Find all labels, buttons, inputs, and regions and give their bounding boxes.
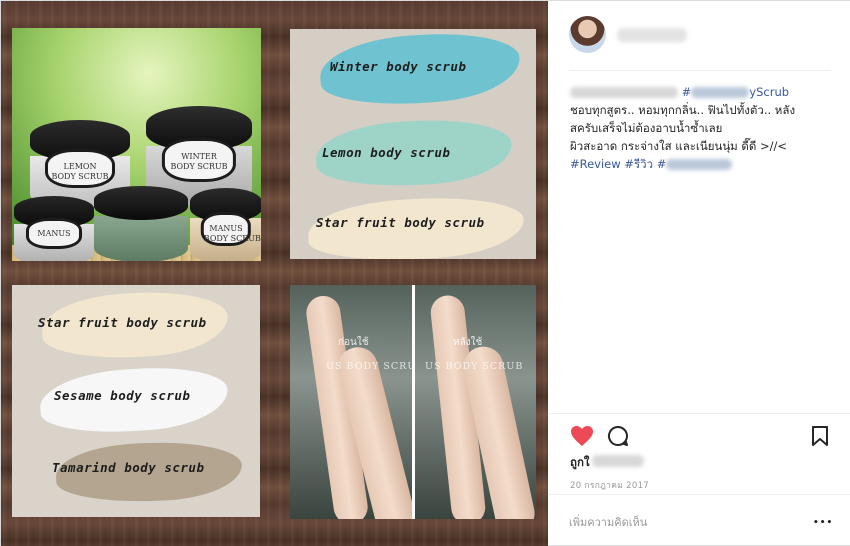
comment-input[interactable] <box>569 512 789 532</box>
more-dots-icon: ••• <box>813 518 834 528</box>
jar-winter-label: WINTER BODY SCRUB <box>170 152 228 172</box>
watermark-right: US BODY SCRUB <box>425 361 524 372</box>
lemon-label: Lemon body scrub <box>322 145 451 160</box>
save-button[interactable] <box>811 425 829 447</box>
tamarind-label: Tamarind body scrub <box>52 460 205 475</box>
starfruit-label-top: Star fruit body scrub <box>316 215 485 230</box>
heart-icon <box>571 426 593 446</box>
caption-line-2: ชอบทุกสูตร.. หอมทุกกลิ่น.. ฟินไปทั้งตัว.… <box>570 103 796 117</box>
caption-line-4: ผิวสะอาด กระจ่างใส และเนียนนุ่ม ดี๊ดี >/… <box>570 139 788 153</box>
after-caption: หลังใช้ <box>453 337 483 348</box>
caption-line-1: # yScrub <box>570 83 832 101</box>
more-options-button[interactable]: ••• <box>813 511 833 531</box>
jar-cream: MANUS BODY SCRUB <box>190 188 261 261</box>
caption-line-3: สครับเสร็จไม่ต้องอาบน้ำซ้ำเลย <box>570 121 723 135</box>
post-header <box>549 1 850 71</box>
comment-button[interactable] <box>607 425 629 447</box>
watermark-left: US BODY SCRUB <box>326 361 412 372</box>
post-date: 20 กรกฎาคม 2017 <box>570 481 649 491</box>
caption-username-blurred[interactable] <box>570 87 678 98</box>
jar-cream-label: MANUS BODY SCRUB <box>203 223 261 243</box>
comment-icon <box>608 426 628 446</box>
starfruit-label-bottom: Star fruit body scrub <box>38 315 207 330</box>
like-button[interactable] <box>570 425 594 447</box>
hashtag-review-th[interactable]: #รีวิว <box>624 157 653 171</box>
jar-green <box>94 186 188 261</box>
scrub-swatches-bottom: Star fruit body scrub Sesame body scrub … <box>12 285 260 517</box>
sesame-label: Sesame body scrub <box>54 388 191 403</box>
comment-bar: ••• <box>549 494 850 546</box>
post-image-collage[interactable]: LEMON BODY SCRUB WINTER BODY SCRUB MANUS <box>1 1 548 546</box>
avatar[interactable] <box>569 16 606 53</box>
action-bar <box>549 413 850 453</box>
caption-line-5: #Review #รีวิว # <box>570 155 832 173</box>
winter-label: Winter body scrub <box>330 59 467 74</box>
jars-photo: LEMON BODY SCRUB WINTER BODY SCRUB MANUS <box>12 28 261 261</box>
before-half: ก่อนใช้ US BODY SCRUB <box>290 285 412 519</box>
jar-bottom-left-label: MANUS <box>37 228 71 238</box>
post-caption: # yScrub ชอบทุกสูตร.. หอมทุกกลิ่น.. ฟินไป… <box>570 83 832 173</box>
caption-hashtag-1[interactable]: # yScrub <box>682 85 789 99</box>
hashtag-review[interactable]: #Review <box>570 157 621 171</box>
after-half: หลังใช้ US BODY SCRUB <box>415 285 536 519</box>
bookmark-icon <box>812 426 828 446</box>
jar-bottom-left: MANUS <box>14 196 94 261</box>
scrub-swatches-top: Winter body scrub Lemon body scrub Star … <box>290 29 536 259</box>
post-sidebar: # yScrub ชอบทุกสูตร.. หอมทุกกลิ่น.. ฟินไป… <box>549 1 850 545</box>
hashtag-blurred[interactable]: # <box>657 157 733 171</box>
header-divider <box>569 70 831 71</box>
likes-blurred <box>592 455 644 467</box>
instagram-post-modal: LEMON BODY SCRUB WINTER BODY SCRUB MANUS <box>0 0 850 546</box>
likes-text[interactable]: ถูกใ <box>570 454 590 472</box>
before-caption: ก่อนใช้ <box>338 337 369 348</box>
jar-back-left-label: LEMON BODY SCRUB <box>51 161 109 181</box>
username-blurred[interactable] <box>617 28 687 42</box>
before-after-legs-photo: ก่อนใช้ US BODY SCRUB หลังใช้ US BODY SC… <box>290 285 536 519</box>
